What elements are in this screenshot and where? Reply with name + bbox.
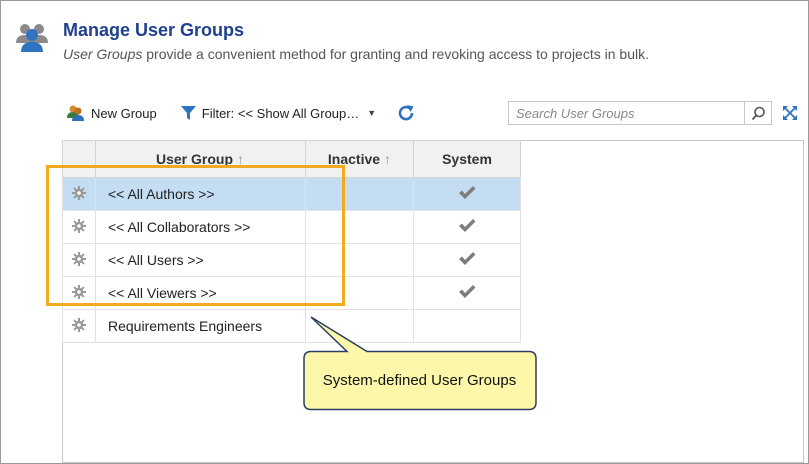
search-box — [508, 101, 772, 125]
gear-icon — [72, 218, 86, 233]
new-group-button[interactable]: New Group — [67, 104, 157, 122]
checkmark-icon — [459, 219, 476, 232]
table-row[interactable]: << All Authors >> — [62, 177, 521, 211]
cell-inactive — [305, 177, 414, 211]
callout-text: System-defined User Groups — [322, 371, 517, 389]
gear-icon — [72, 284, 86, 299]
column-header-label: Inactive — [327, 151, 381, 167]
gear-icon — [72, 251, 86, 266]
cell-user-group: Requirements Engineers — [95, 309, 306, 343]
filter-icon — [180, 106, 196, 120]
filter-label: Filter: << Show All Group… — [201, 105, 360, 121]
column-header-label: User Group — [155, 151, 233, 167]
cell-inactive — [305, 276, 414, 310]
cell-system — [413, 309, 521, 343]
checkmark-icon — [459, 186, 476, 199]
table-header-row: User Group ↑ Inactive ↑ System — [62, 140, 521, 178]
table-row[interactable]: << All Users >> — [62, 243, 521, 277]
cell-system — [413, 276, 521, 310]
table-row[interactable]: << All Collaborators >> — [62, 210, 521, 244]
search-button[interactable] — [744, 102, 771, 124]
cell-inactive — [305, 309, 414, 343]
column-header-user-group[interactable]: User Group ↑ — [95, 140, 306, 178]
cell-system — [413, 210, 521, 244]
checkmark-icon — [459, 252, 476, 265]
expand-icon[interactable] — [782, 105, 798, 121]
cell-system — [413, 243, 521, 277]
table-row[interactable]: Requirements Engineers — [62, 309, 521, 343]
gear-icon — [72, 317, 86, 332]
row-settings[interactable] — [62, 309, 96, 343]
cell-inactive — [305, 210, 414, 244]
row-settings[interactable] — [62, 243, 96, 277]
search-input[interactable] — [509, 102, 745, 124]
cell-system — [413, 177, 521, 211]
column-header-label: System — [442, 151, 492, 167]
filter-dropdown[interactable]: Filter: << Show All Group… ▼ — [180, 105, 377, 121]
row-settings[interactable] — [62, 276, 96, 310]
chevron-down-icon: ▼ — [367, 108, 377, 118]
user-groups-table: User Group ↑ Inactive ↑ System << All Auth… — [62, 140, 521, 343]
subtitle-emphasis: User Groups — [63, 46, 143, 62]
users-group-icon — [16, 24, 48, 52]
gear-icon — [72, 185, 86, 200]
toolbar: New Group Filter: << Show All Group… ▼ — [67, 101, 376, 125]
cell-user-group: << All Authors >> — [95, 177, 306, 211]
sort-up-icon: ↑ — [237, 151, 244, 167]
column-header-icon — [62, 140, 96, 178]
row-settings[interactable] — [62, 210, 96, 244]
table-row[interactable]: << All Viewers >> — [62, 276, 521, 310]
column-header-inactive[interactable]: Inactive ↑ — [305, 140, 414, 178]
page-subtitle: User Groups provide a convenient method … — [63, 46, 649, 62]
cell-inactive — [305, 243, 414, 277]
subtitle-text: provide a convenient method for granting… — [142, 46, 649, 62]
cell-user-group: << All Viewers >> — [95, 276, 306, 310]
new-group-label: New Group — [91, 105, 157, 121]
search-icon — [751, 106, 765, 120]
new-group-icon — [67, 105, 84, 121]
cell-user-group: << All Users >> — [95, 243, 306, 277]
page-title: Manage User Groups — [63, 20, 245, 40]
refresh-icon[interactable] — [396, 103, 416, 123]
checkmark-icon — [459, 285, 476, 298]
sort-up-icon: ↑ — [384, 151, 392, 167]
cell-user-group: << All Collaborators >> — [95, 210, 306, 244]
column-header-system[interactable]: System — [413, 140, 521, 178]
row-settings[interactable] — [62, 177, 96, 211]
